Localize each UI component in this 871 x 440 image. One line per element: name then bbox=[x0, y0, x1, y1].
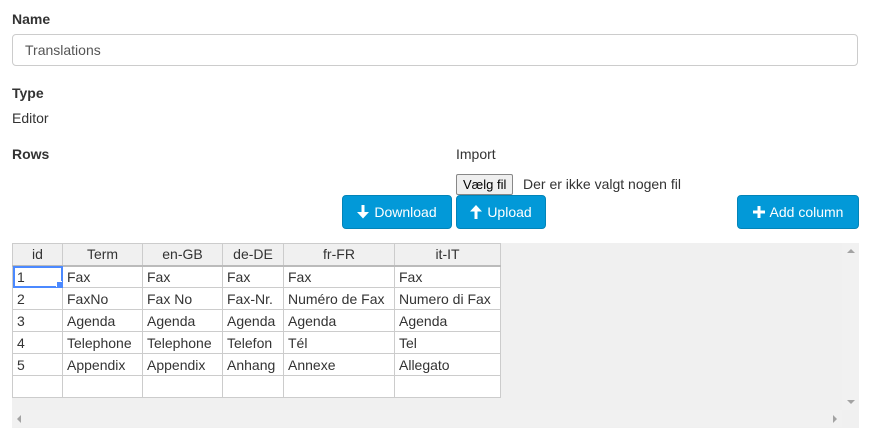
table-cell[interactable]: Anhang bbox=[222, 353, 284, 376]
header-row: id Term en-GB de-DE fr-FR it-IT bbox=[12, 243, 501, 266]
table-cell[interactable]: 5 bbox=[12, 353, 63, 376]
name-label: Name bbox=[12, 11, 51, 27]
table-cell[interactable]: 4 bbox=[12, 331, 63, 354]
scroll-right-icon[interactable] bbox=[833, 415, 837, 423]
column-header[interactable]: it-IT bbox=[394, 243, 501, 266]
column-header[interactable]: Term bbox=[62, 243, 143, 266]
column-header[interactable]: de-DE bbox=[222, 243, 284, 266]
import-label: Import bbox=[456, 146, 496, 162]
table-cell[interactable]: Tel bbox=[394, 331, 501, 354]
table-cell[interactable]: Fax bbox=[394, 265, 501, 288]
table-cell[interactable]: Agenda bbox=[283, 309, 395, 332]
translations-table: id Term en-GB de-DE fr-FR it-IT 1 Fax Fa… bbox=[12, 243, 501, 398]
column-header[interactable]: id bbox=[12, 243, 63, 266]
table-cell[interactable]: Allegato bbox=[394, 353, 501, 376]
table-cell[interactable] bbox=[142, 375, 223, 398]
scroll-left-icon[interactable] bbox=[17, 415, 21, 423]
table-cell[interactable]: Telefon bbox=[222, 331, 284, 354]
download-button[interactable]: Download bbox=[342, 195, 452, 229]
table-cell[interactable]: 1 bbox=[12, 265, 63, 288]
upload-label: Upload bbox=[487, 204, 532, 220]
table-row: 1 Fax Fax Fax Fax Fax bbox=[12, 265, 501, 288]
table-cell[interactable] bbox=[283, 375, 395, 398]
download-label: Download bbox=[374, 204, 437, 220]
table-row: 3 Agenda Agenda Agenda Agenda Agenda bbox=[12, 309, 501, 332]
table-cell[interactable]: Fax bbox=[222, 265, 284, 288]
add-column-label: Add column bbox=[769, 204, 844, 220]
table-cell[interactable]: FaxNo bbox=[62, 287, 143, 310]
table-cell[interactable]: Agenda bbox=[62, 309, 143, 332]
no-file-selected-text: Der er ikke valgt nogen fil bbox=[523, 176, 681, 192]
table-cell[interactable]: Numéro de Fax bbox=[283, 287, 395, 310]
table-cell[interactable]: Telephone bbox=[142, 331, 223, 354]
table-row: 4 Telephone Telephone Telefon Tél Tel bbox=[12, 331, 501, 354]
table-cell[interactable]: Appendix bbox=[142, 353, 223, 376]
table-cell[interactable] bbox=[394, 375, 501, 398]
spreadsheet-grid[interactable]: id Term en-GB de-DE fr-FR it-IT 1 Fax Fa… bbox=[12, 243, 859, 428]
table-cell[interactable]: Telephone bbox=[62, 331, 143, 354]
choose-file-button[interactable]: Vælg fil bbox=[456, 174, 514, 195]
upload-button[interactable]: Upload bbox=[456, 195, 546, 229]
table-cell[interactable] bbox=[222, 375, 284, 398]
table-cell[interactable]: Fax bbox=[142, 265, 223, 288]
column-header[interactable]: fr-FR bbox=[283, 243, 395, 266]
rows-label: Rows bbox=[12, 146, 50, 162]
table-row: 5 Appendix Appendix Anhang Annexe Allega… bbox=[12, 353, 501, 376]
type-label: Type bbox=[12, 85, 44, 101]
horizontal-scrollbar[interactable] bbox=[12, 410, 842, 427]
arrow-up-icon bbox=[470, 205, 483, 219]
column-header[interactable]: en-GB bbox=[142, 243, 223, 266]
table-cell[interactable]: Agenda bbox=[394, 309, 501, 332]
table-cell[interactable]: Annexe bbox=[283, 353, 395, 376]
arrow-down-icon bbox=[357, 205, 370, 219]
table-row: 2 FaxNo Fax No Fax-Nr. Numéro de Fax Num… bbox=[12, 287, 501, 310]
table-cell[interactable]: 2 bbox=[12, 287, 63, 310]
add-column-button[interactable]: Add column bbox=[737, 195, 859, 229]
table-cell[interactable]: Fax bbox=[283, 265, 395, 288]
table-cell[interactable]: Agenda bbox=[222, 309, 284, 332]
table-cell[interactable]: Fax No bbox=[142, 287, 223, 310]
table-cell[interactable]: Numero di Fax bbox=[394, 287, 501, 310]
table-cell[interactable]: Fax bbox=[62, 265, 143, 288]
table-cell[interactable]: Fax-Nr. bbox=[222, 287, 284, 310]
table-cell[interactable]: Agenda bbox=[142, 309, 223, 332]
table-cell[interactable]: 3 bbox=[12, 309, 63, 332]
vertical-scrollbar[interactable] bbox=[842, 243, 859, 410]
type-value: Editor bbox=[12, 110, 49, 126]
table-row-empty bbox=[12, 375, 501, 398]
name-input[interactable] bbox=[12, 34, 858, 66]
plus-icon bbox=[752, 206, 765, 218]
table-cell[interactable]: Tél bbox=[283, 331, 395, 354]
scroll-up-icon[interactable] bbox=[847, 249, 855, 253]
table-cell[interactable] bbox=[12, 375, 63, 398]
table-cell[interactable] bbox=[62, 375, 143, 398]
table-cell[interactable]: Appendix bbox=[62, 353, 143, 376]
scroll-down-icon[interactable] bbox=[847, 400, 855, 404]
